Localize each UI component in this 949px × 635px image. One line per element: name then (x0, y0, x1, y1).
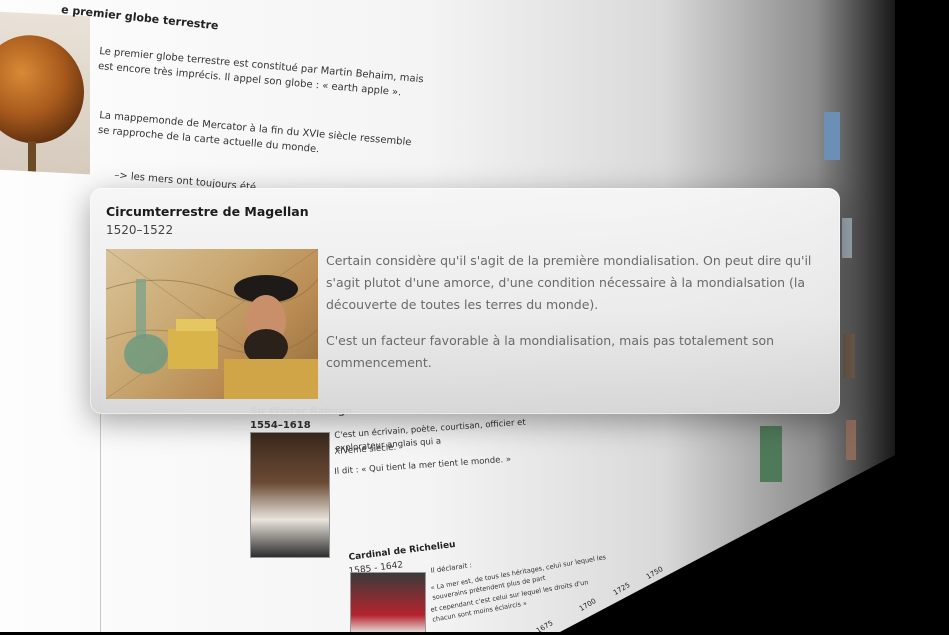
globe-stand (28, 141, 36, 172)
timeline-tick: 1725 (612, 581, 632, 597)
card-description: Certain considère qu'il s'agit de la pre… (326, 250, 826, 388)
event-card[interactable]: Circumterrestre de Magellan 1520–1522 Ce… (90, 188, 840, 414)
distant-thumbnail (824, 112, 840, 160)
timeline-tick: 1700 (578, 597, 598, 613)
richelieu-paragraph-1: Il déclarait : (430, 561, 473, 575)
magellan-portrait (106, 249, 318, 399)
card-dates: 1520–1522 (106, 223, 174, 237)
distant-thumbnail (760, 426, 782, 482)
globe-paragraph-1: Le premier globe terrestre est constitué… (97, 45, 424, 99)
timeline-tick: 1750 (645, 565, 665, 581)
globe-paragraph-2: La mappemonde de Mercator à la fin du XV… (97, 109, 412, 156)
card-paragraph-2: C'est un facteur favorable à la mondiali… (326, 333, 775, 370)
map-background-icon (106, 249, 318, 399)
globe-image (0, 11, 90, 175)
globe-sphere (0, 32, 84, 147)
card-paragraph-1: Certain considère qu'il s'agit de la pre… (326, 253, 812, 312)
timeline-tick: 1675 (535, 619, 555, 635)
richelieu-portrait (350, 572, 426, 632)
card-title: Circumterrestre de Magellan (106, 204, 309, 219)
timeline-line (100, 380, 101, 632)
distant-thumbnail (846, 420, 856, 460)
distant-thumbnail (843, 334, 855, 378)
raleigh-dates: 1554–1618 (250, 420, 311, 431)
raleigh-portrait (250, 432, 330, 558)
distant-thumbnail (842, 218, 852, 258)
